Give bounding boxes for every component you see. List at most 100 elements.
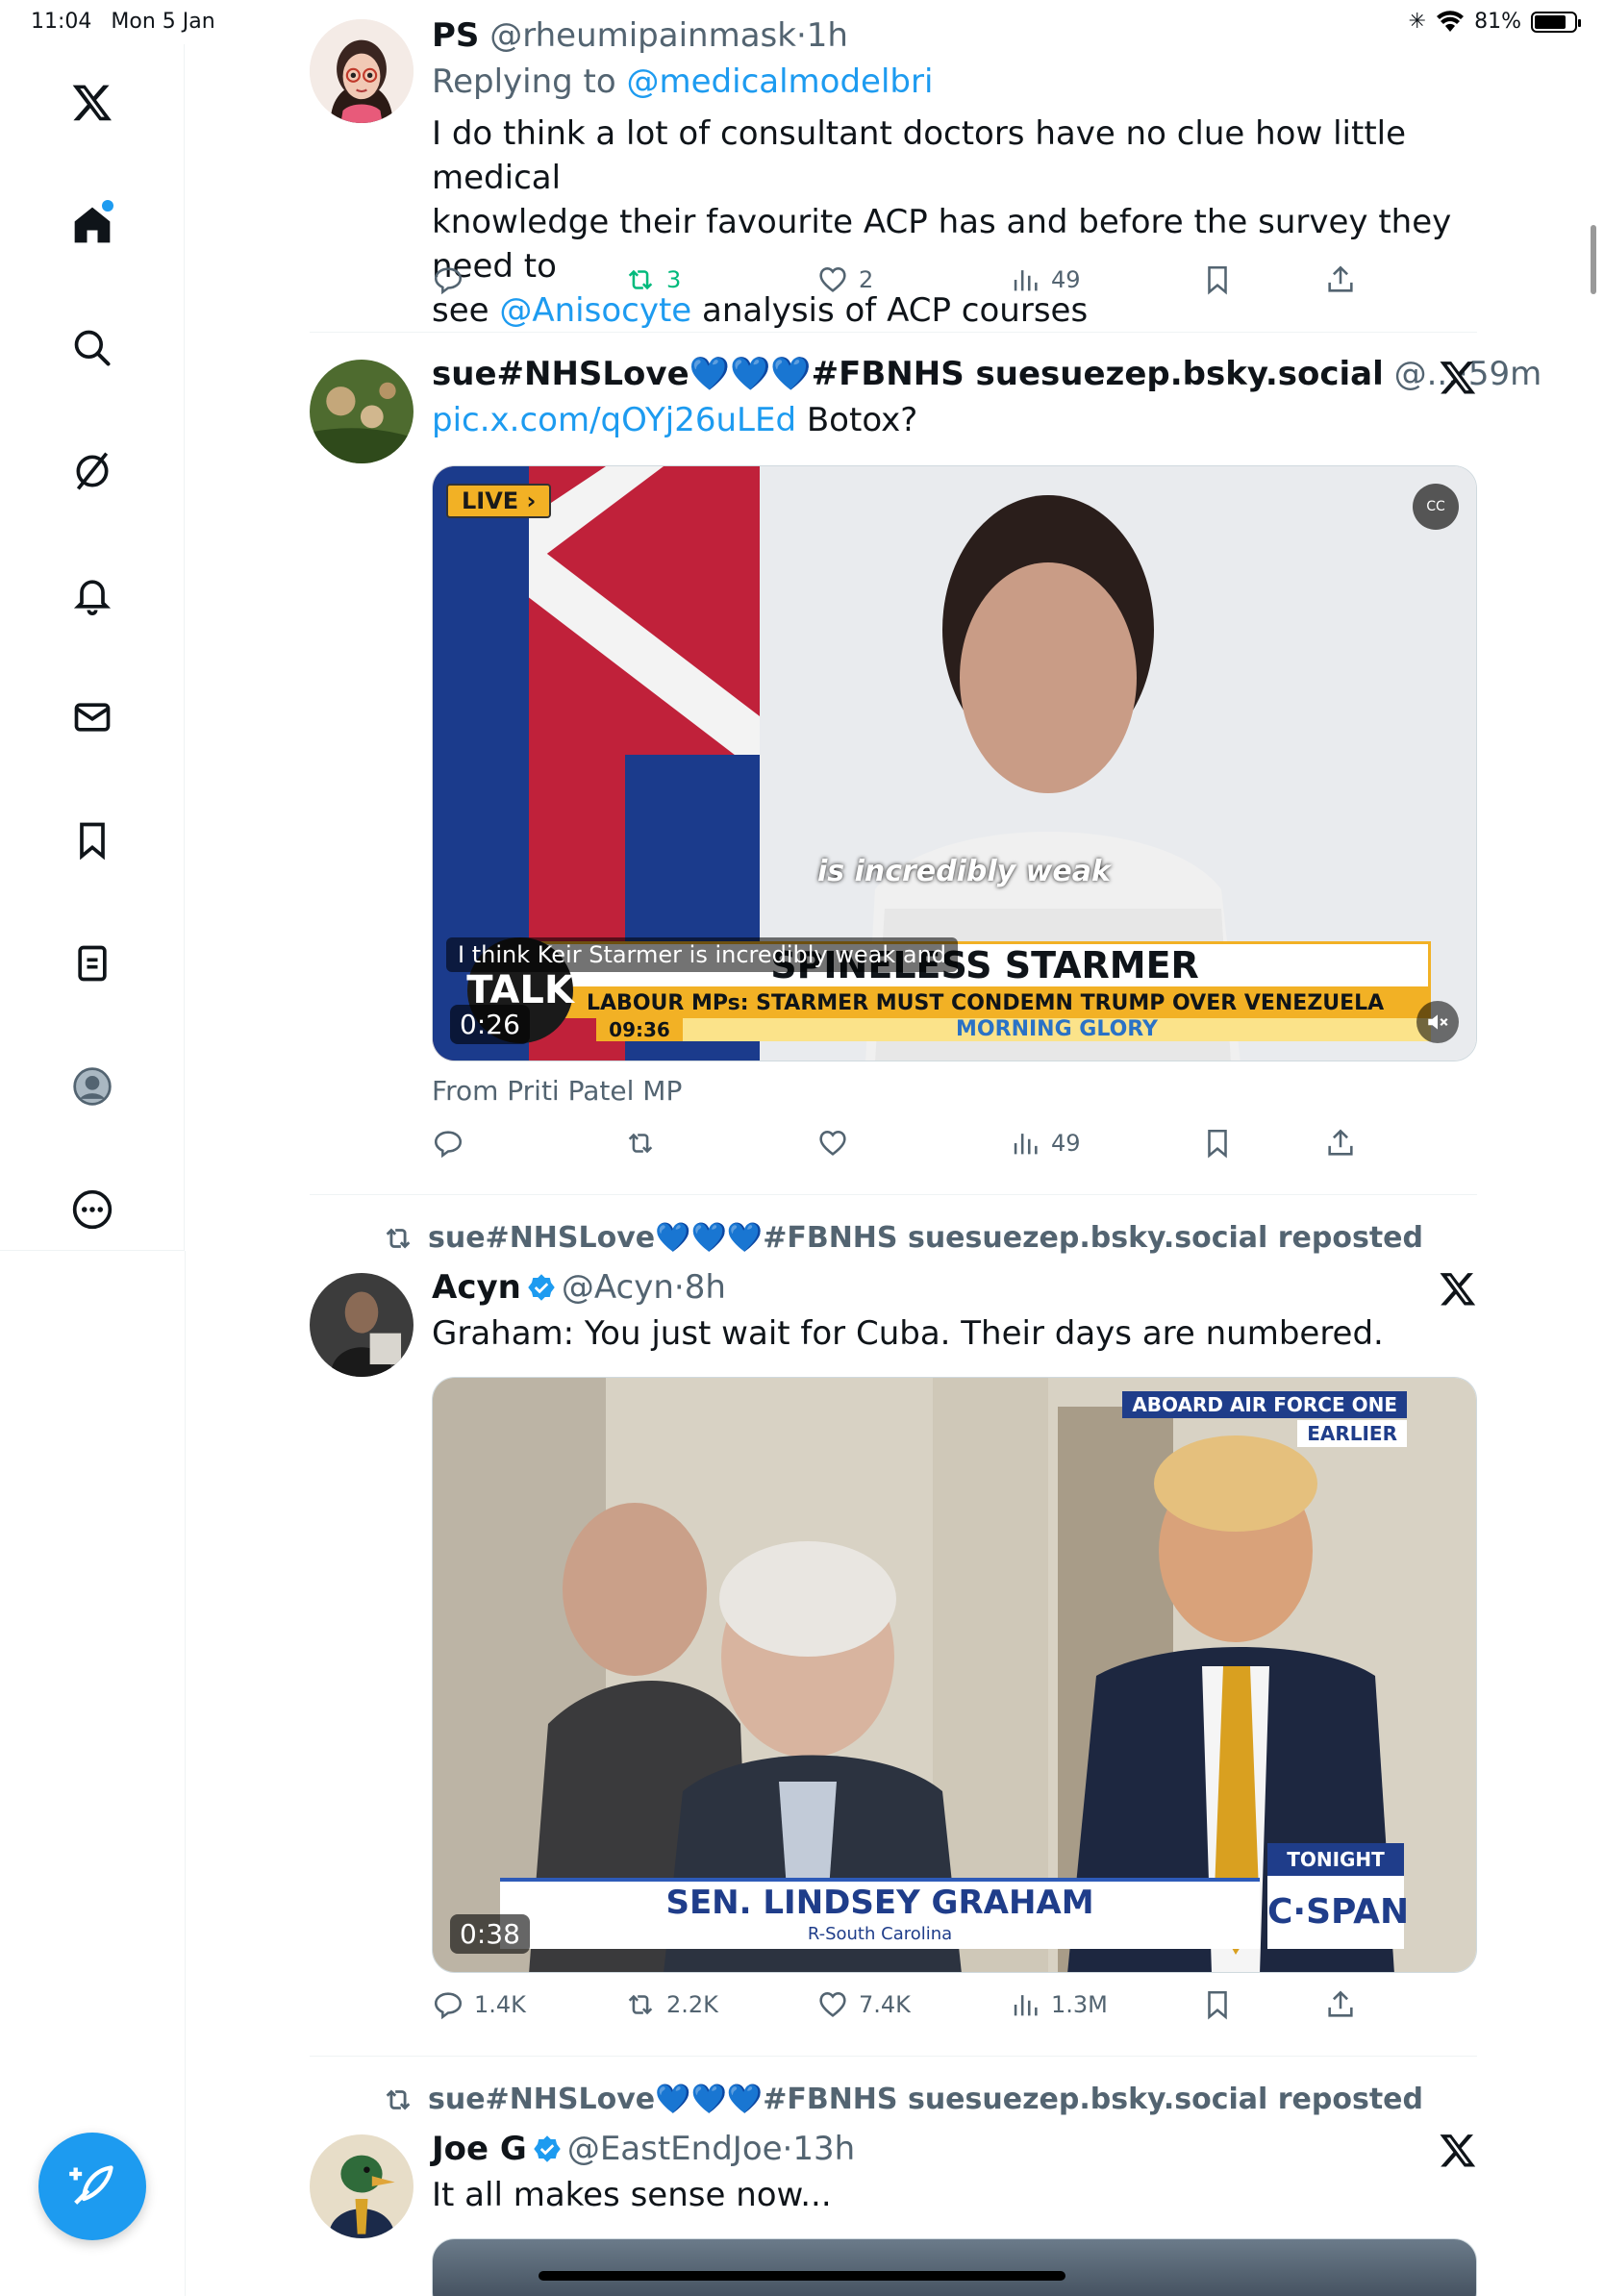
views-chart-icon bbox=[1014, 1134, 1038, 1155]
display-name[interactable]: PS bbox=[432, 16, 479, 55]
battery-percent: 81% bbox=[1474, 10, 1521, 34]
messages-envelope-icon[interactable] bbox=[58, 683, 127, 752]
display-name-tail[interactable]: #FBNHS suesuezep.bsky.social bbox=[812, 355, 1384, 393]
media-source-label[interactable]: From Priti Patel MP bbox=[432, 1075, 682, 1107]
repost-count: 2.2K bbox=[666, 1991, 718, 2018]
reposted-by-line[interactable]: sue#NHSLove💙💙💙#FBNHS suesuezep.bsky.soci… bbox=[382, 2083, 1423, 2116]
share-icon bbox=[1328, 1129, 1353, 1156]
avatar-ps[interactable] bbox=[310, 19, 414, 123]
like-count: 7.4K bbox=[859, 1991, 911, 2018]
tweet-divider bbox=[310, 2056, 1477, 2057]
lower-third-subtitle: R-South Carolina bbox=[807, 1924, 953, 1944]
x-logo-icon[interactable] bbox=[58, 67, 127, 137]
display-name[interactable]: sue#NHSLove bbox=[432, 355, 689, 393]
scrollbar[interactable] bbox=[1591, 225, 1596, 294]
views-button[interactable]: 49 bbox=[1009, 263, 1081, 296]
subtitle-track: I think Keir Starmer is incredibly weak … bbox=[446, 937, 959, 972]
compose-post-button[interactable] bbox=[38, 2133, 146, 2240]
battery-icon bbox=[1531, 11, 1581, 33]
video-player-graham[interactable]: ABOARD AIR FORCE ONE EARLIER SEN. LINDSE… bbox=[432, 1377, 1477, 1973]
repost-button[interactable]: 3 bbox=[624, 263, 681, 296]
media-preview-joe-g[interactable] bbox=[432, 2238, 1477, 2296]
handle[interactable]: @rheumipainmask bbox=[489, 16, 796, 55]
like-button[interactable]: 7.4K bbox=[816, 1988, 911, 2021]
mute-button[interactable] bbox=[1416, 1001, 1459, 1043]
replying-to-link[interactable]: @medicalmodelbri bbox=[627, 62, 934, 101]
video-duration: 0:26 bbox=[450, 1005, 530, 1044]
bookmark-button[interactable] bbox=[1201, 1127, 1234, 1160]
x-platform-icon[interactable] bbox=[1439, 1269, 1477, 1308]
timestamp[interactable]: 59m bbox=[1468, 355, 1541, 393]
views-button[interactable]: 1.3M bbox=[1009, 1988, 1108, 2021]
search-icon[interactable] bbox=[58, 313, 127, 383]
reposted-by-text: sue#NHSLove💙💙💙#FBNHS suesuezep.bsky.soci… bbox=[428, 1221, 1423, 1255]
x-platform-icon[interactable] bbox=[1439, 358, 1477, 396]
reposted-by-line[interactable]: sue#NHSLove💙💙💙#FBNHS suesuezep.bsky.soci… bbox=[382, 1221, 1423, 1255]
reply-button[interactable] bbox=[432, 1127, 474, 1160]
home-indicator[interactable] bbox=[539, 2271, 1065, 2281]
name-emoji: 💙💙💙 bbox=[689, 355, 812, 393]
video-duration: 0:38 bbox=[450, 1914, 530, 1954]
tweet-4[interactable]: Joe G @EastEndJoe·13h It all makes sense … bbox=[432, 2127, 1477, 2217]
tweet-2[interactable]: sue#NHSLove💙💙💙#FBNHS suesuezep.bsky.soci… bbox=[432, 352, 1541, 442]
timestamp[interactable]: 13h bbox=[792, 2130, 855, 2168]
views-button[interactable]: 49 bbox=[1009, 1127, 1081, 1160]
repost-count: 3 bbox=[666, 266, 682, 293]
bookmark-icon bbox=[1208, 265, 1227, 295]
tweet-text: Botox? bbox=[806, 401, 918, 439]
media-link[interactable]: pic.x.com/qOYj26uLEd bbox=[432, 401, 796, 439]
heart-icon bbox=[819, 1992, 846, 2017]
new-posts-dot bbox=[102, 200, 113, 212]
share-button[interactable] bbox=[1324, 1127, 1357, 1160]
reply-button[interactable] bbox=[432, 263, 474, 296]
bookmark-button[interactable] bbox=[1201, 1988, 1234, 2021]
views-chart-icon bbox=[1014, 1995, 1038, 2016]
grok-icon[interactable] bbox=[58, 437, 127, 506]
x-platform-icon[interactable] bbox=[1439, 2131, 1477, 2169]
avatar-sue[interactable] bbox=[310, 360, 414, 463]
heart-icon bbox=[819, 1131, 846, 1156]
repost-button[interactable] bbox=[624, 1127, 666, 1160]
view-count: 49 bbox=[1051, 1130, 1081, 1157]
bookmarks-icon[interactable] bbox=[58, 806, 127, 875]
tweet-actions: 49 bbox=[432, 1127, 1477, 1171]
handle[interactable]: @EastEndJoe bbox=[567, 2130, 783, 2168]
sidebar bbox=[0, 44, 185, 1251]
tweet-divider bbox=[310, 1194, 1477, 1195]
closed-captions-button[interactable]: CC bbox=[1413, 484, 1459, 530]
notifications-bell-icon[interactable] bbox=[58, 560, 127, 629]
timestamp[interactable]: 8h bbox=[685, 1268, 726, 1307]
view-count: 1.3M bbox=[1051, 1991, 1108, 2018]
reply-button[interactable]: 1.4K bbox=[432, 1988, 526, 2021]
display-name[interactable]: Joe G bbox=[432, 2130, 527, 2168]
display-name[interactable]: Acyn bbox=[432, 1268, 521, 1307]
repost-button[interactable]: 2.2K bbox=[624, 1988, 718, 2021]
repost-icon bbox=[628, 1994, 653, 2015]
share-button[interactable] bbox=[1324, 1988, 1357, 2021]
lower-third-name: SEN. LINDSEY GRAHAM bbox=[665, 1884, 1094, 1922]
reply-icon bbox=[434, 1131, 463, 1159]
home-icon[interactable] bbox=[58, 190, 127, 260]
repost-icon bbox=[628, 1133, 653, 1154]
tweet-text: Graham: You just wait for Cuba. Their da… bbox=[432, 1314, 1384, 1353]
share-button[interactable] bbox=[1324, 263, 1357, 296]
sidebar-border bbox=[185, 1251, 186, 2296]
repost-icon bbox=[386, 1227, 411, 1249]
lists-icon[interactable] bbox=[58, 929, 127, 998]
profile-avatar-icon[interactable] bbox=[58, 1052, 127, 1121]
handle[interactable]: @Acyn bbox=[562, 1268, 674, 1307]
video-player-priti[interactable]: LIVE › CC is incredibly weak SPINELESS S… bbox=[432, 465, 1477, 1061]
news-subheadline: LABOUR MPs: STARMER MUST CONDEMN TRUMP O… bbox=[539, 989, 1431, 1018]
more-options-icon[interactable] bbox=[58, 1175, 127, 1244]
verified-badge-icon bbox=[528, 1274, 555, 1301]
like-count: 2 bbox=[859, 266, 874, 293]
like-button[interactable]: 2 bbox=[816, 263, 873, 296]
avatar-acyn[interactable] bbox=[310, 1273, 414, 1377]
timestamp[interactable]: 1h bbox=[807, 16, 848, 55]
tweet-actions: 1.4K 2.2K 7.4K 1.3M bbox=[432, 1988, 1477, 2033]
heart-icon bbox=[819, 267, 846, 292]
like-button[interactable] bbox=[816, 1127, 859, 1160]
tweet-3[interactable]: Acyn @Acyn·8h Graham: You just wait for C… bbox=[432, 1265, 1477, 1356]
bookmark-button[interactable] bbox=[1201, 263, 1234, 296]
avatar-joe-g[interactable] bbox=[310, 2134, 414, 2238]
